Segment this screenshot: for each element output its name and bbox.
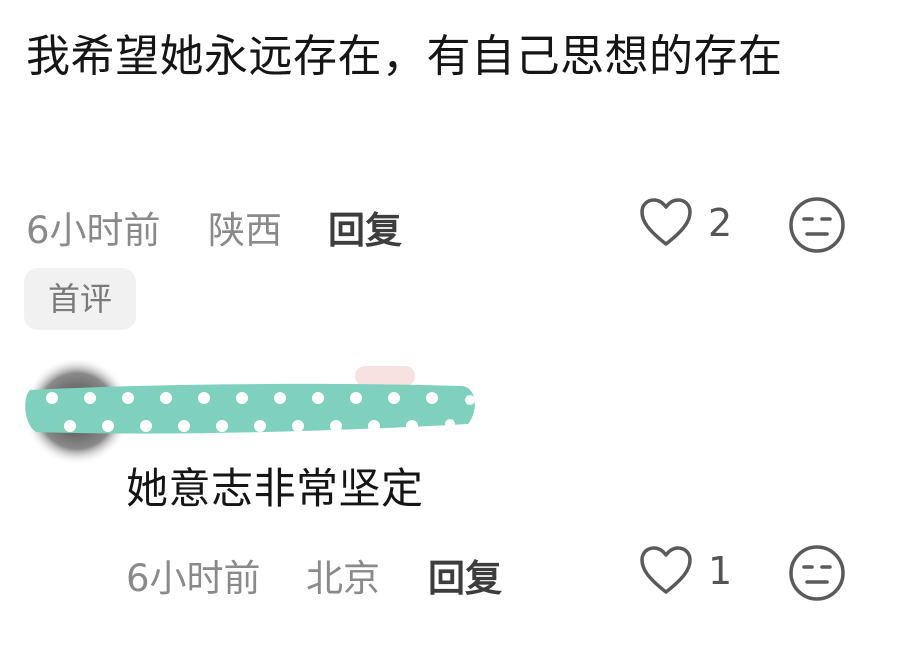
reply-like-count: 1 xyxy=(708,549,733,593)
meh-face-icon[interactable] xyxy=(787,195,847,259)
like-button[interactable]: 2 xyxy=(638,197,732,249)
reply-comment-time: 6小时前 xyxy=(126,557,261,600)
heart-outline-icon xyxy=(638,197,694,249)
comment-location: 陕西 xyxy=(208,209,282,252)
first-comment-badge: 首评 xyxy=(24,268,136,330)
reply-comment-location: 北京 xyxy=(306,557,380,600)
censor-mark xyxy=(22,380,482,444)
reply-like-button[interactable]: 1 xyxy=(638,545,732,597)
reply-comment-reply-button[interactable]: 回复 xyxy=(428,548,502,602)
reply-comment-text: 她意志非常坚定 xyxy=(126,464,424,513)
meh-face-icon[interactable] xyxy=(787,543,847,607)
heart-outline-icon xyxy=(638,545,694,597)
comment-thread: 我希望她永远存在，有自己思想的存在 6小时前 陕西 回复 2 首评 她意志非常坚… xyxy=(0,0,908,663)
like-count: 2 xyxy=(708,201,733,245)
reply-button[interactable]: 回复 xyxy=(328,200,402,254)
comment-time: 6小时前 xyxy=(26,209,161,252)
comment-text: 我希望她永远存在，有自己思想的存在 xyxy=(26,31,783,82)
